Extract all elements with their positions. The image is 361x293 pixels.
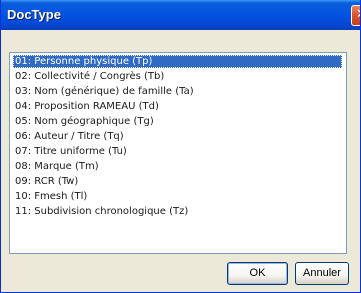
list-item[interactable]: 07: Titre uniforme (Tu): [13, 145, 129, 158]
title-bar[interactable]: DocType ✕: [1, 0, 360, 30]
doctype-dialog: DocType ✕ 01: Personne physique (Tp) 02:…: [0, 0, 361, 293]
list-item[interactable]: 04: Proposition RAMEAU (Td): [13, 100, 161, 113]
list-item[interactable]: 03: Nom (générique) de famille (Ta): [13, 85, 196, 98]
close-icon[interactable]: ✕: [351, 5, 360, 26]
dialog-title: DocType: [7, 7, 61, 22]
doctype-listbox[interactable]: 01: Personne physique (Tp) 02: Collectiv…: [9, 52, 347, 254]
list-item[interactable]: 09: RCR (Tw): [13, 175, 80, 188]
list-item[interactable]: 08: Marque (Tm): [13, 160, 101, 173]
list-item[interactable]: 06: Auteur / Titre (Tq): [13, 130, 126, 143]
ok-button[interactable]: OK: [227, 262, 288, 285]
list-item[interactable]: 02: Collectivité / Congrès (Tb): [13, 70, 166, 83]
cancel-button[interactable]: Annuler: [295, 262, 349, 285]
list-item[interactable]: 10: Fmesh (Tl): [13, 190, 89, 203]
list-item[interactable]: 01: Personne physique (Tp): [13, 55, 342, 68]
list-item[interactable]: 11: Subdivision chronologique (Tz): [13, 205, 190, 218]
list-item[interactable]: 05: Nom géographique (Tg): [13, 115, 156, 128]
